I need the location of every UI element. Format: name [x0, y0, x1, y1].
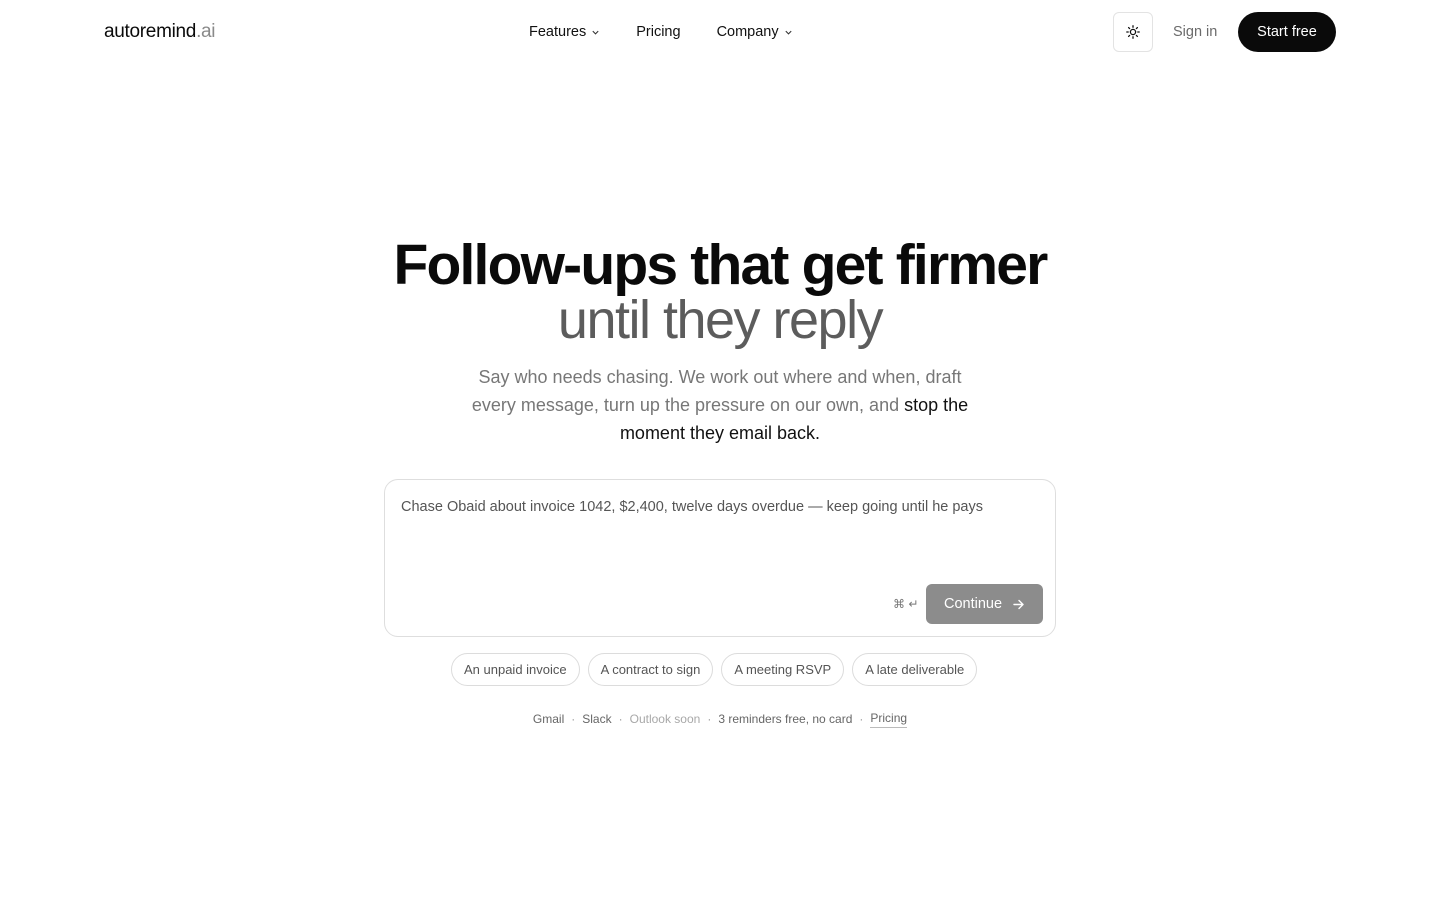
theme-toggle-button[interactable]: [1113, 12, 1153, 52]
arrow-right-icon: [1013, 599, 1024, 609]
hero-subtitle: Say who needs chasing. We work out where…: [460, 363, 980, 447]
separator-dot: ·: [859, 712, 864, 726]
chevron-down-icon: [785, 30, 792, 35]
chip-meeting-rsvp[interactable]: A meeting RSVP: [721, 653, 845, 686]
nav-pricing-label: Pricing: [636, 24, 681, 40]
prompt-composer: Chase Obaid about invoice 1042, $2,400, …: [384, 479, 1056, 637]
integration-outlook: Outlook soon: [629, 712, 701, 726]
hero-subtitle-end: .: [815, 423, 821, 443]
site-header: autoremind.ai Features Pricing Company S…: [0, 0, 1440, 64]
nav-company[interactable]: Company: [717, 22, 793, 42]
continue-label: Continue: [943, 596, 1003, 612]
sign-in-link[interactable]: Sign in: [1173, 22, 1217, 42]
start-free-button[interactable]: Start free: [1238, 12, 1336, 52]
suggestion-chips: An unpaid invoice A contract to sign A m…: [451, 653, 978, 686]
logo[interactable]: autoremind.ai: [104, 20, 216, 44]
separator-dot: ·: [571, 712, 576, 726]
chevron-down-icon: [592, 30, 599, 35]
logo-tld: .ai: [196, 21, 216, 42]
nav-features-label: Features: [529, 24, 587, 40]
keyboard-shortcut-hint: ⌘ ↵: [893, 597, 919, 611]
integration-slack: Slack: [582, 712, 612, 726]
hero-subtitle-text: Say who needs chasing. We work out where…: [471, 367, 962, 415]
nav-features[interactable]: Features: [529, 22, 600, 42]
continue-button[interactable]: Continue: [926, 584, 1043, 624]
chip-unpaid-invoice[interactable]: An unpaid invoice: [451, 653, 580, 686]
integration-gmail: Gmail: [532, 712, 565, 726]
hero-title-secondary: until they reply: [557, 290, 884, 350]
separator-dot: ·: [707, 712, 712, 726]
chip-late-deliverable[interactable]: A late deliverable: [852, 653, 978, 686]
prompt-input[interactable]: Chase Obaid about invoice 1042, $2,400, …: [401, 498, 983, 516]
logo-name: autoremind: [104, 21, 197, 42]
nav-company-label: Company: [716, 24, 779, 40]
pricing-link[interactable]: Pricing: [870, 710, 908, 728]
separator-dot: ·: [618, 712, 623, 726]
sun-icon: [1126, 25, 1140, 39]
chip-contract-to-sign[interactable]: A contract to sign: [587, 653, 714, 686]
main-nav: Features Pricing Company: [529, 22, 793, 42]
free-tier-note: 3 reminders free, no card: [718, 712, 853, 726]
integrations-line: Gmail · Slack · Outlook soon · 3 reminde…: [0, 710, 1440, 728]
nav-pricing[interactable]: Pricing: [636, 22, 680, 42]
